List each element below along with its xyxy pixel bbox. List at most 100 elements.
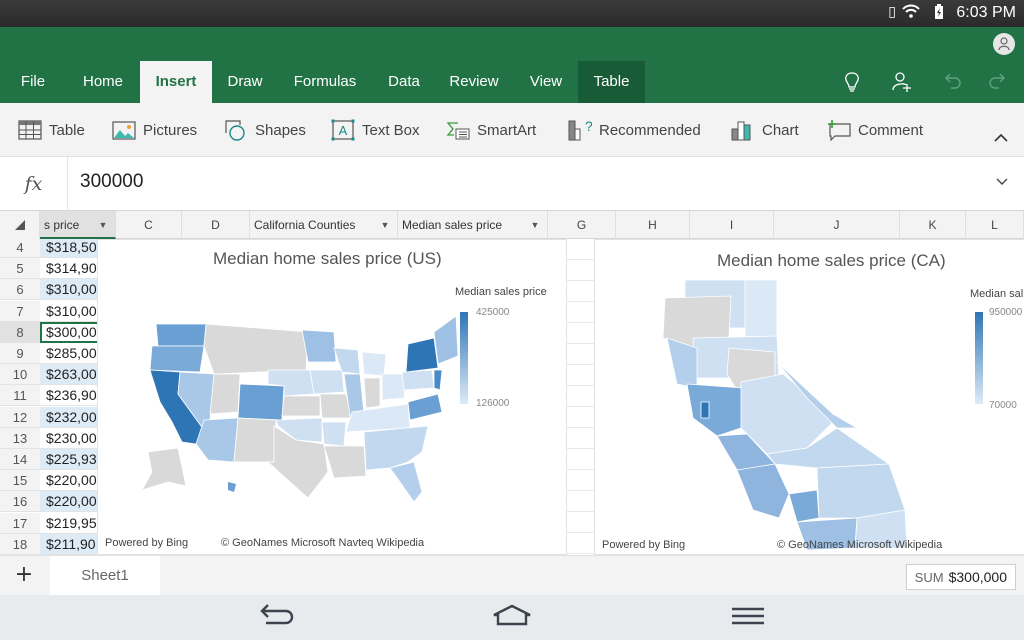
fx-icon[interactable]: fx bbox=[0, 157, 68, 211]
table-cell[interactable]: $232,00 bbox=[40, 406, 100, 428]
tab-home[interactable]: Home bbox=[70, 61, 136, 103]
table-cell[interactable]: $236,90 bbox=[40, 385, 100, 407]
tab-data[interactable]: Data bbox=[377, 61, 431, 103]
redo-icon[interactable] bbox=[988, 71, 1008, 96]
account-avatar[interactable] bbox=[993, 33, 1015, 55]
table-cell[interactable]: $314,90 bbox=[40, 258, 100, 280]
insert-comment-button[interactable]: Comment bbox=[827, 117, 923, 143]
status-sum[interactable]: SUM $300,000 bbox=[905, 564, 1016, 590]
table-cell[interactable]: $310,00 bbox=[40, 279, 100, 301]
insert-text-box-button[interactable]: A Text Box bbox=[331, 117, 420, 143]
column-header-j[interactable]: J bbox=[774, 211, 900, 239]
tab-file[interactable]: File bbox=[8, 61, 58, 103]
insert-shapes-button[interactable]: Shapes bbox=[224, 117, 306, 143]
insert-ribbon: Table Pictures Shapes A Text Box SmartAr… bbox=[0, 103, 1024, 157]
tab-table[interactable]: Table bbox=[578, 61, 645, 103]
insert-smartart-button[interactable]: SmartArt bbox=[446, 117, 536, 143]
back-icon[interactable] bbox=[258, 603, 294, 631]
region-washington bbox=[155, 323, 207, 347]
chart-icon bbox=[731, 119, 755, 141]
insert-pictures-button[interactable]: Pictures bbox=[112, 117, 197, 143]
table-cell[interactable]: $230,00 bbox=[40, 428, 100, 449]
row-header[interactable]: 15 bbox=[0, 470, 40, 492]
table-icon bbox=[18, 119, 42, 141]
insert-recommended-chart-button[interactable]: ? Recommended bbox=[568, 117, 701, 143]
county-los-angeles bbox=[788, 489, 820, 523]
row-header[interactable]: 4 bbox=[0, 239, 40, 258]
home-icon[interactable] bbox=[492, 603, 532, 631]
column-header-e[interactable]: California Counties ▼ bbox=[250, 211, 398, 239]
menu-icon[interactable] bbox=[731, 607, 765, 629]
column-header-b[interactable]: s price ▼ bbox=[40, 211, 116, 239]
select-all-button[interactable] bbox=[0, 211, 40, 239]
row-header[interactable]: 5 bbox=[0, 258, 40, 280]
table-cell[interactable]: $220,00 bbox=[40, 491, 100, 513]
us-credit-bing: Powered by Bing bbox=[105, 537, 189, 549]
tab-insert[interactable]: Insert bbox=[140, 61, 212, 103]
row-header[interactable]: 13 bbox=[0, 427, 40, 449]
column-header-f[interactable]: Median sales price ▼ bbox=[398, 211, 548, 239]
share-person-icon[interactable] bbox=[891, 71, 913, 98]
expand-formula-button[interactable] bbox=[996, 175, 1008, 189]
row-header[interactable]: 14 bbox=[0, 449, 40, 470]
row-header[interactable]: 11 bbox=[0, 385, 40, 407]
column-header-d[interactable]: D bbox=[182, 211, 250, 239]
us-map-chart[interactable]: Median home sales price (US) Median sale… bbox=[97, 239, 567, 555]
wifi-icon bbox=[902, 4, 920, 22]
table-cell[interactable]: $263,00 bbox=[40, 364, 100, 386]
ca-map-chart[interactable]: Median home sales price (CA) Median sal … bbox=[594, 239, 1024, 555]
tab-view[interactable]: View bbox=[518, 61, 574, 103]
filter-dropdown-f[interactable]: ▼ bbox=[525, 215, 545, 235]
table-cell[interactable]: $219,95 bbox=[40, 513, 100, 534]
lightbulb-icon[interactable] bbox=[843, 71, 861, 98]
column-header-g[interactable]: G bbox=[548, 211, 616, 239]
tab-formulas[interactable]: Formulas bbox=[284, 61, 366, 103]
column-header-k[interactable]: K bbox=[900, 211, 966, 239]
table-cell[interactable]: $285,00 bbox=[40, 343, 100, 364]
insert-chart-button[interactable]: Chart bbox=[731, 117, 799, 143]
title-bar bbox=[0, 27, 1024, 61]
row-header[interactable]: 9 bbox=[0, 343, 40, 364]
county-group-southeast bbox=[816, 463, 906, 519]
row-header[interactable]: 10 bbox=[0, 364, 40, 386]
column-header-l[interactable]: L bbox=[966, 211, 1024, 239]
row-header[interactable]: 17 bbox=[0, 512, 40, 534]
column-headers: s price ▼ C D California Counties ▼ Medi… bbox=[0, 211, 1024, 239]
sheet-tab-sheet1[interactable]: Sheet1 bbox=[50, 556, 160, 596]
column-header-i[interactable]: I bbox=[690, 211, 774, 239]
region-michigan bbox=[361, 351, 387, 377]
row-header[interactable]: 6 bbox=[0, 279, 40, 301]
tab-draw[interactable]: Draw bbox=[216, 61, 274, 103]
region-indiana bbox=[363, 377, 381, 409]
county-group-northeast bbox=[744, 279, 778, 339]
system-nav-bar bbox=[0, 595, 1024, 640]
row-header[interactable]: 16 bbox=[0, 491, 40, 513]
filter-dropdown-e[interactable]: ▼ bbox=[375, 215, 395, 235]
add-sheet-button[interactable]: + bbox=[0, 556, 48, 596]
ca-credit-sources: © GeoNames Microsoft Wikipedia bbox=[777, 539, 943, 551]
tab-review[interactable]: Review bbox=[440, 61, 508, 103]
formula-input[interactable]: 300000 bbox=[80, 171, 143, 193]
region-new-england bbox=[433, 315, 458, 365]
column-header-h[interactable]: H bbox=[616, 211, 690, 239]
table-cell[interactable]: $318,50 bbox=[40, 239, 100, 258]
column-header-c[interactable]: C bbox=[116, 211, 182, 239]
table-cell[interactable]: $211,90 bbox=[40, 533, 100, 555]
ca-credit-bing: Powered by Bing bbox=[602, 539, 686, 551]
county-group-bay bbox=[686, 383, 744, 437]
county-group-southern-coast bbox=[736, 463, 790, 519]
row-header[interactable]: 12 bbox=[0, 406, 40, 428]
collapse-ribbon-button[interactable] bbox=[994, 127, 1008, 146]
comment-icon bbox=[827, 119, 851, 142]
undo-icon[interactable] bbox=[942, 71, 962, 96]
insert-table-button[interactable]: Table bbox=[18, 117, 85, 143]
row-header[interactable]: 8 bbox=[0, 321, 40, 343]
table-cell[interactable]: $225,93 bbox=[40, 449, 100, 470]
row-header[interactable]: 18 bbox=[0, 533, 40, 555]
table-cell[interactable]: $310,00 bbox=[40, 301, 100, 322]
table-cell[interactable]: $220,00 bbox=[40, 470, 100, 492]
filter-dropdown-b[interactable]: ▼ bbox=[93, 215, 113, 235]
active-cell[interactable]: $300,00 bbox=[40, 321, 100, 343]
row-header[interactable]: 7 bbox=[0, 300, 40, 322]
insert-comment-label: Comment bbox=[858, 121, 924, 139]
